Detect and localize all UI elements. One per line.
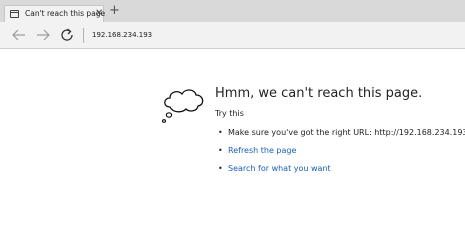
back-button[interactable]: [10, 26, 28, 44]
forward-button[interactable]: [34, 26, 52, 44]
refresh-button[interactable]: [58, 26, 76, 44]
error-page: Hmm, we can't reach this page. Try this …: [0, 50, 465, 215]
arrow-right-icon: [37, 29, 50, 41]
tab-title: Can't reach this page: [25, 9, 106, 18]
thought-cloud-icon: [160, 83, 208, 127]
arrow-left-icon: [12, 29, 25, 41]
bullet-icon: •: [218, 146, 223, 155]
bullet-icon: •: [218, 164, 223, 173]
tab-strip: Can't reach this page ✕ +: [0, 0, 465, 22]
navigation-bar: 192.168.234.193: [0, 22, 465, 49]
page-icon: [10, 10, 19, 18]
search-link[interactable]: Search for what you want: [228, 164, 331, 173]
refresh-icon: [61, 28, 73, 41]
suggestion-check-url: Make sure you've got the right URL: http…: [228, 128, 465, 137]
error-title: Hmm, we can't reach this page.: [215, 86, 423, 101]
address-bar[interactable]: 192.168.234.193: [92, 31, 152, 39]
new-tab-button[interactable]: +: [109, 4, 120, 18]
try-this-label: Try this: [215, 109, 244, 118]
browser-tab[interactable]: Can't reach this page ✕: [4, 5, 106, 22]
close-tab-icon[interactable]: ✕: [95, 7, 103, 21]
refresh-page-link[interactable]: Refresh the page: [228, 146, 296, 155]
address-separator: [83, 28, 84, 43]
bullet-icon: •: [218, 128, 223, 137]
